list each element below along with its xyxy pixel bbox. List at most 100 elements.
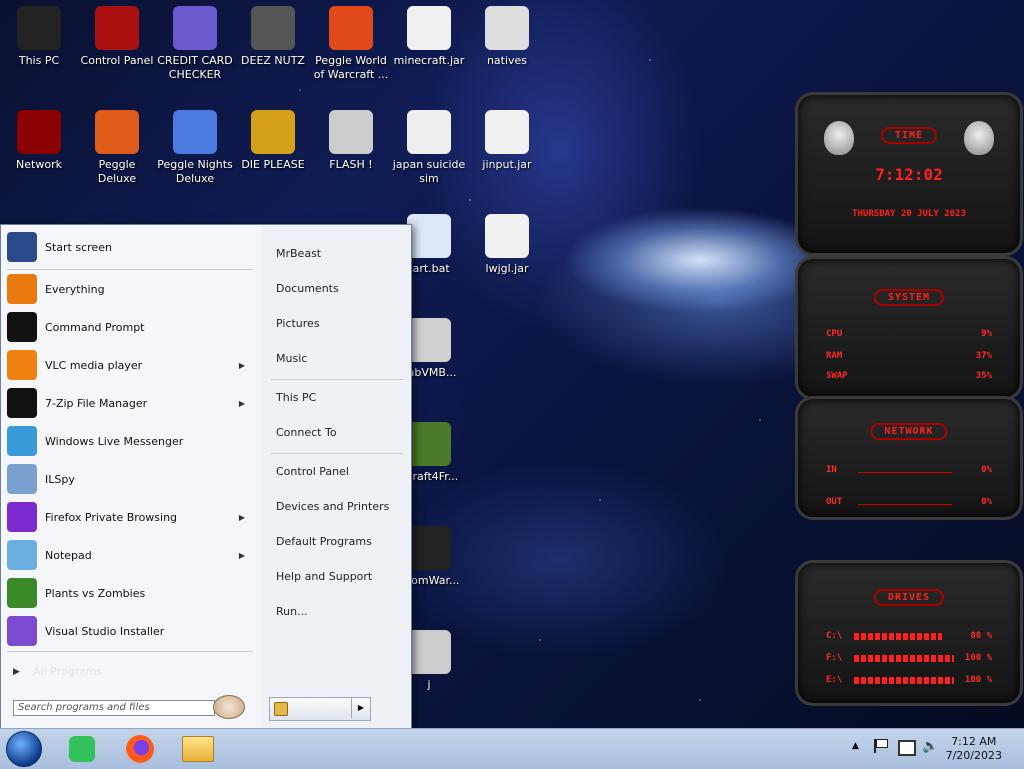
notepad-icon bbox=[7, 540, 37, 570]
desktop-icon[interactable]: CREDIT CARD CHECKER bbox=[156, 0, 234, 82]
network-gadget: NETWORK IN 0% OUT 0% bbox=[795, 396, 1023, 520]
program-label: ILSpy bbox=[45, 472, 75, 486]
skull-icon bbox=[407, 526, 451, 570]
start-menu-program[interactable]: Start screen bbox=[7, 229, 255, 265]
desktop-icon[interactable]: Network bbox=[0, 104, 78, 172]
start-menu-program[interactable]: VLC media player ▶ bbox=[7, 347, 255, 383]
action-center-flag-icon[interactable] bbox=[874, 739, 888, 753]
desktop-icon[interactable]: DIE PLEASE bbox=[234, 104, 312, 172]
shutdown-options-arrow-icon[interactable]: ▶ bbox=[351, 698, 370, 718]
drive-e-bar bbox=[854, 677, 954, 684]
program-label: VLC media player bbox=[45, 358, 143, 372]
start-menu-link[interactable]: Devices and Printers bbox=[276, 500, 389, 513]
start-menu: Start screen Everything Command Prompt VLC … bbox=[0, 224, 412, 730]
desktop-icon[interactable]: This PC bbox=[0, 0, 78, 68]
drives-gadget: DRIVES C:\ 88 % F:\ 100 % E:\ 100 % bbox=[795, 560, 1023, 706]
desktop-icon-label: Network bbox=[16, 158, 62, 171]
desktop-icon[interactable]: Peggle World of Warcraft ... bbox=[312, 0, 390, 82]
desktop-icon-label: DEEZ NUTZ bbox=[241, 54, 305, 67]
start-menu-program[interactable]: Plants vs Zombies bbox=[7, 575, 255, 611]
desktop-icon[interactable]: japan suicide sim bbox=[390, 104, 468, 186]
firefox-button[interactable] bbox=[122, 731, 158, 767]
start-menu-link[interactable]: Documents bbox=[276, 282, 339, 295]
net-out-graph bbox=[858, 504, 952, 505]
start-menu-program[interactable]: Visual Studio Installer bbox=[7, 613, 255, 649]
start-menu-link[interactable]: This PC bbox=[276, 391, 316, 404]
start-menu-link[interactable]: Help and Support bbox=[276, 570, 372, 583]
desktop-icon-label: DIE PLEASE bbox=[241, 158, 305, 171]
desktop-icon[interactable]: natives bbox=[468, 0, 546, 68]
desktop-icon-label: natives bbox=[486, 54, 528, 67]
net-out-row: OUT 0% bbox=[826, 497, 992, 509]
file-icon bbox=[329, 110, 373, 154]
program-label: Firefox Private Browsing bbox=[45, 510, 178, 524]
net-in-graph bbox=[858, 472, 952, 473]
start-menu-link[interactable]: Pictures bbox=[276, 317, 320, 330]
start-menu-link[interactable]: Connect To bbox=[276, 426, 337, 439]
start-orb-button[interactable] bbox=[6, 731, 42, 767]
start-menu-link[interactable]: Default Programs bbox=[276, 535, 372, 548]
desktop-icon[interactable]: DEEZ NUTZ bbox=[234, 0, 312, 68]
drive-c-label: C:\ bbox=[826, 631, 843, 641]
drive-c-value: 88 % bbox=[970, 631, 992, 641]
divider bbox=[7, 651, 253, 652]
start-menu-link[interactable]: Music bbox=[276, 352, 307, 365]
start-menu-link[interactable]: Control Panel bbox=[276, 465, 349, 478]
start-menu-program[interactable]: Notepad ▶ bbox=[7, 537, 255, 573]
search-input[interactable]: Search programs and files bbox=[13, 700, 215, 716]
desktop-icon[interactable]: FLASH ! bbox=[312, 104, 390, 172]
start-menu-program[interactable]: 7-Zip File Manager ▶ bbox=[7, 385, 255, 421]
firefox-icon bbox=[126, 735, 154, 763]
cpu-label: CPU bbox=[826, 329, 843, 339]
desktop-icon-label: japan suicide sim bbox=[392, 158, 466, 185]
file-icon bbox=[407, 630, 451, 674]
desktop-icon-label: Peggle World of Warcraft ... bbox=[313, 54, 389, 81]
ilspy-icon bbox=[7, 464, 37, 494]
system-gadget: SYSTEM CPU 9% RAM 37% SWAP 35% bbox=[795, 256, 1023, 400]
program-label: Notepad bbox=[45, 548, 92, 562]
network-tray-icon[interactable] bbox=[898, 740, 916, 756]
all-programs-link[interactable]: All Programs bbox=[33, 665, 102, 678]
start-menu-program[interactable]: Everything bbox=[7, 271, 255, 307]
clock-date: 7/20/2023 bbox=[945, 749, 1002, 762]
desktop-icon-label: jinput.jar bbox=[482, 158, 532, 171]
drive-f-row: F:\ 100 % bbox=[826, 653, 992, 665]
drive-f-bar bbox=[854, 655, 954, 662]
file-explorer-button[interactable] bbox=[180, 731, 216, 767]
folder-icon bbox=[182, 736, 214, 762]
desktop-icon-label: This PC bbox=[18, 54, 60, 67]
ram-label: RAM bbox=[826, 351, 843, 361]
search-magnifier-icon[interactable] bbox=[213, 695, 245, 719]
start-menu-program[interactable]: Command Prompt bbox=[7, 309, 255, 345]
desktop-icon[interactable]: minecraft.jar bbox=[390, 0, 468, 68]
ram-row: RAM 37% bbox=[826, 351, 992, 363]
show-hidden-icons-button[interactable]: ▲ bbox=[852, 741, 859, 751]
seven-zip-icon bbox=[7, 388, 37, 418]
desktop-icon[interactable]: jinput.jar bbox=[468, 104, 546, 172]
start-menu-program[interactable]: ILSpy bbox=[7, 461, 255, 497]
network-gadget-title: NETWORK bbox=[870, 423, 948, 440]
start-menu-link[interactable]: MrBeast bbox=[276, 247, 321, 260]
start-menu-link[interactable]: Run... bbox=[276, 605, 308, 618]
chat-app-button[interactable] bbox=[64, 731, 100, 767]
desktop-icon[interactable]: lwjgl.jar bbox=[468, 208, 546, 276]
system-clock[interactable]: 7:12 AM 7/20/2023 bbox=[946, 735, 1002, 763]
desktop-icon[interactable]: Peggle Deluxe bbox=[78, 104, 156, 186]
start-menu-program[interactable]: Firefox Private Browsing ▶ bbox=[7, 499, 255, 535]
desktop-icon[interactable]: Peggle Nights Deluxe bbox=[156, 104, 234, 186]
desktop-icon[interactable]: Control Panel bbox=[78, 0, 156, 68]
start-screen-icon bbox=[7, 232, 37, 262]
swap-value: 35% bbox=[975, 371, 992, 381]
gear-icon bbox=[407, 214, 451, 258]
shutdown-button[interactable]: Shut down ▶ bbox=[269, 697, 371, 721]
desktop-icon-label: minecraft.jar bbox=[393, 54, 465, 67]
java-icon bbox=[485, 110, 529, 154]
start-menu-program[interactable]: Windows Live Messenger bbox=[7, 423, 255, 459]
file-icon bbox=[485, 6, 529, 50]
volume-icon[interactable]: 🔈 bbox=[922, 739, 938, 754]
submenu-arrow-icon: ▶ bbox=[238, 398, 245, 408]
time-gadget: TIME 7:12:02 THURSDAY 20 JULY 2023 bbox=[795, 92, 1023, 256]
network-icon bbox=[17, 110, 61, 154]
shutdown-label: Shut down bbox=[292, 702, 346, 713]
drive-c-row: C:\ 88 % bbox=[826, 631, 992, 643]
